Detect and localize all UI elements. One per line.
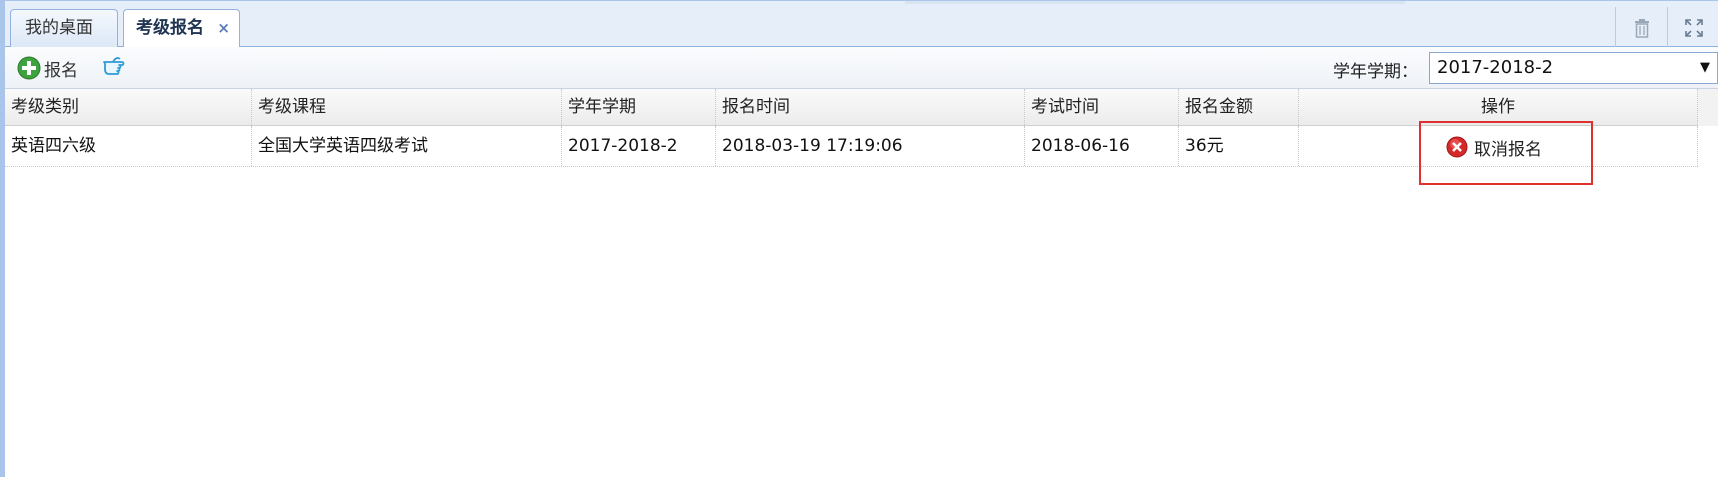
register-button[interactable]: 报名	[17, 55, 78, 81]
tab-exam-registration[interactable]: 考级报名 ×	[123, 9, 240, 48]
cancel-registration-button[interactable]: 取消报名	[1446, 134, 1542, 160]
register-button-label: 报名	[44, 60, 78, 81]
registration-grid: 考级类别 考级课程 学年学期 报名时间 考试时间 报名金额 操作 英语四六级 全…	[5, 89, 1718, 185]
grid-header: 考级类别 考级课程 学年学期 报名时间 考试时间 报名金额 操作	[5, 89, 1718, 126]
cell-exam-time: 2018-06-16	[1025, 126, 1179, 166]
header-category[interactable]: 考级类别	[5, 89, 252, 125]
cell-term: 2017-2018-2	[562, 126, 716, 166]
tab-strip-top-band	[905, 1, 1405, 4]
pointing-hand-icon	[103, 57, 125, 75]
trash-icon	[1635, 19, 1649, 38]
term-label: 学年学期：	[1333, 62, 1418, 82]
term-select-value: 2017-2018-2	[1437, 57, 1554, 78]
toolbar: 报名 学年学期： 2017-2018-2 ▼	[5, 47, 1718, 89]
header-fee[interactable]: 报名金额	[1179, 89, 1299, 125]
cell-category: 英语四六级	[5, 126, 252, 166]
cell-course: 全国大学英语四级考试	[252, 126, 562, 166]
tab-label: 我的桌面	[25, 18, 93, 38]
cancel-registration-label: 取消报名	[1474, 139, 1542, 160]
header-register-time[interactable]: 报名时间	[716, 89, 1025, 125]
plus-icon	[17, 56, 41, 80]
header-term[interactable]: 学年学期	[562, 89, 716, 125]
header-scroll-gutter	[1698, 89, 1718, 126]
app-window: 我的桌面 考级报名 × 报名 学年学期： 2017-2018-2 ▼ 考级类别 …	[0, 0, 1718, 477]
header-course[interactable]: 考级课程	[252, 89, 562, 125]
tab-strip: 我的桌面 考级报名 ×	[5, 0, 1718, 48]
header-action: 操作	[1299, 89, 1698, 125]
cell-register-time: 2018-03-19 17:19:06	[716, 126, 1025, 166]
cell-fee: 36元	[1179, 126, 1299, 166]
tab-my-desktop[interactable]: 我的桌面	[10, 9, 118, 47]
header-exam-time[interactable]: 考试时间	[1025, 89, 1179, 125]
tab-close-icon[interactable]: ×	[217, 10, 230, 46]
fullscreen-icon	[1685, 19, 1703, 37]
clear-tabs-button[interactable]	[1615, 7, 1667, 47]
table-row[interactable]: 英语四六级 全国大学英语四级考试 2017-2018-2 2018-03-19 …	[5, 126, 1698, 167]
dropdown-arrow-icon: ▼	[1700, 60, 1710, 75]
term-select[interactable]: 2017-2018-2 ▼	[1429, 52, 1718, 84]
fullscreen-button[interactable]	[1667, 7, 1718, 47]
tab-label: 考级报名	[136, 18, 204, 38]
cancel-x-icon	[1446, 136, 1468, 158]
